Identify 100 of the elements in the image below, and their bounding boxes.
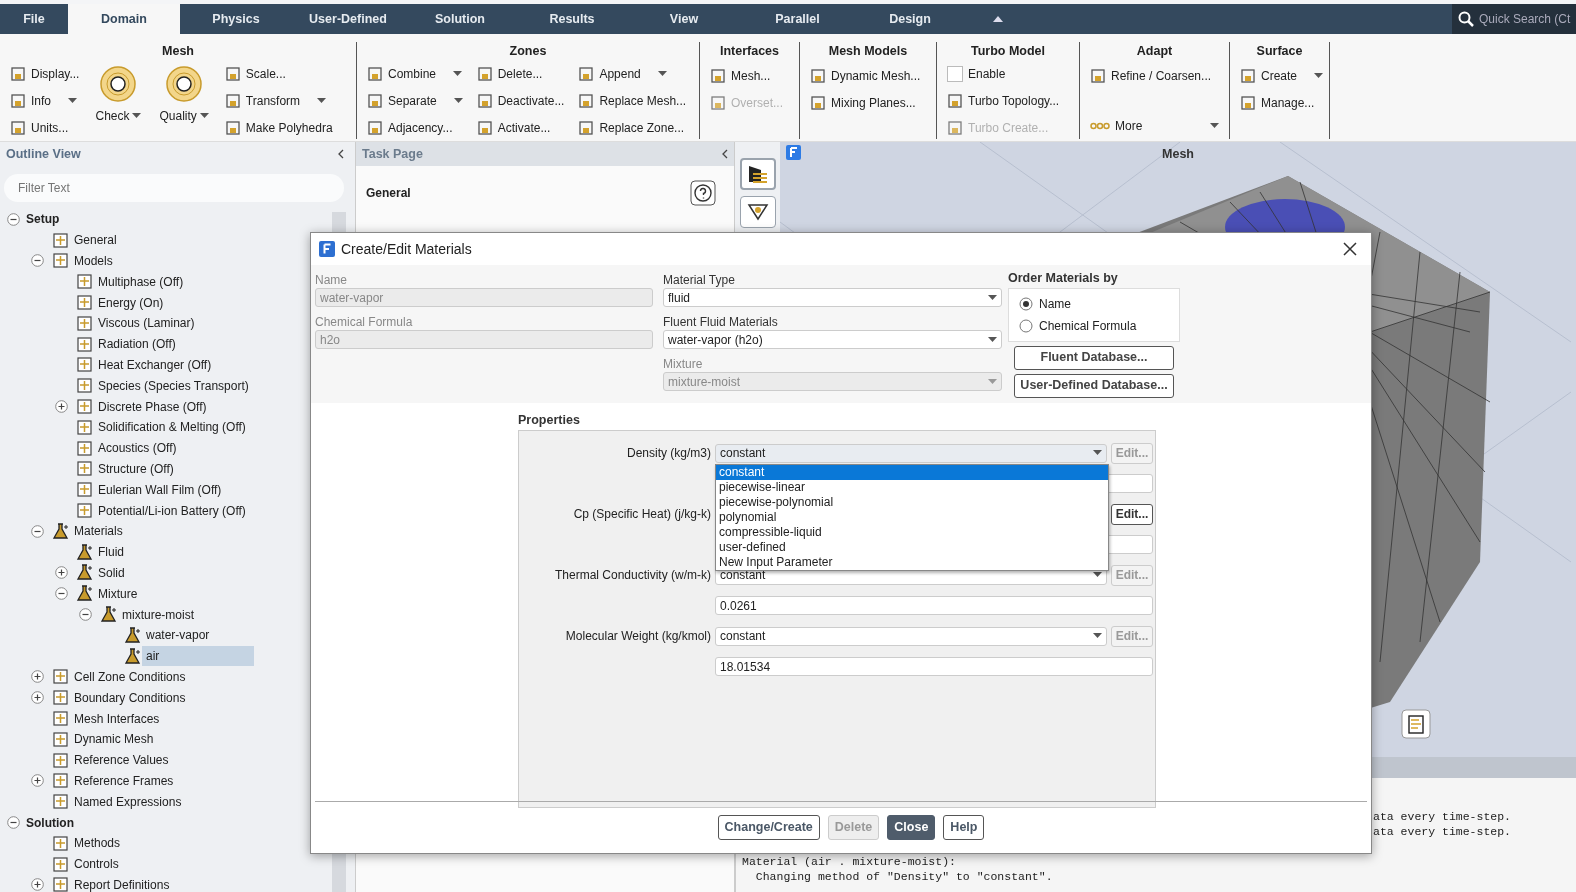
tree-item[interactable]: Viscous (Laminar) [94,313,199,334]
tree-item[interactable]: Species (Species Transport) [94,375,253,396]
ribbon-button[interactable]: Check [91,60,146,125]
tree-item[interactable]: Report Definitions [70,874,174,892]
expand-icon[interactable] [30,774,44,788]
dialog-button[interactable]: Change/Create [717,815,820,840]
tree-item[interactable]: Controls [70,854,123,875]
ribbon-button[interactable]: Combine [365,60,465,88]
tree-item[interactable]: water-vapor [142,625,214,646]
value-field[interactable]: 0.0261 [715,596,1153,615]
menu-tab[interactable]: Results [516,4,628,34]
menu-tab[interactable]: Design [855,4,965,34]
menu-tab[interactable]: Domain [68,4,180,34]
ribbon-button[interactable]: Quality [155,60,213,125]
ribbon-button[interactable]: Manage... [1238,89,1326,116]
menu-tab[interactable]: User-Defined [292,4,404,34]
tree-item[interactable]: Structure (Off) [94,458,178,479]
tree-item[interactable]: Named Expressions [70,791,186,812]
method-select[interactable]: constant [715,626,1107,646]
expand-icon[interactable] [54,400,68,414]
menu-tab[interactable]: Physics [180,4,292,34]
collapse-icon[interactable] [30,254,44,268]
ribbon-button[interactable]: Replace Zone... [576,114,689,142]
filter-field[interactable]: Filter Text [4,174,344,202]
collapse-icon[interactable] [337,149,344,159]
ribbon-button[interactable]: Turbo Topology... [945,87,1062,115]
collapse-icon[interactable] [6,816,20,829]
tree-item[interactable]: Acoustics (Off) [94,438,181,459]
dropdown-option[interactable]: piecewise-linear [716,479,1108,495]
expand-icon[interactable] [30,691,44,705]
tree-item[interactable]: mixture-moist [118,604,198,625]
tree-item[interactable]: Radiation (Off) [94,334,180,355]
ribbon-button[interactable]: Replace Mesh... [576,87,689,115]
enable-checkbox[interactable]: Enable [945,60,1062,88]
collapse-icon[interactable] [721,149,728,159]
tree-item[interactable]: Solidification & Melting (Off) [94,417,250,438]
ribbon-button[interactable]: Dynamic Mesh... [808,62,923,89]
ribbon-button[interactable]: Mixing Planes... [808,89,923,116]
expand-icon[interactable] [30,878,44,892]
radio-button[interactable]: Chemical Formula [1019,314,1137,337]
ribbon-button[interactable]: Delete... [474,60,567,88]
report-icon[interactable] [1401,709,1431,739]
ribbon-button[interactable]: Info [8,87,82,115]
ribbon-button[interactable]: Mesh... [708,62,785,89]
expand-icon[interactable] [54,566,68,580]
tree-item[interactable]: Eulerian Wall Film (Off) [94,479,226,500]
collapse-icon[interactable] [78,608,92,622]
tree-item[interactable]: Reference Frames [70,770,178,791]
search-field[interactable]: Quick Search (Ct [1452,4,1576,34]
menu-tab[interactable]: Parallel [740,4,855,34]
tree-item[interactable]: Boundary Conditions [70,687,190,708]
tree-item[interactable]: Multiphase (Off) [94,271,188,292]
tree-item[interactable]: Energy (On) [94,292,168,313]
tree-item[interactable]: Mixture [94,583,142,604]
ribbon-button[interactable]: Make Polyhedra [222,114,335,142]
edit-button[interactable]: Edit... [1111,503,1153,525]
menu-tab[interactable]: View [628,4,740,34]
database-button[interactable]: User-Defined Database... [1014,373,1174,398]
tree-item[interactable]: Solid [94,562,129,583]
help-icon[interactable] [690,180,716,206]
collapse-icon[interactable] [54,587,68,601]
materials-select[interactable]: water-vapor (h2o) [663,330,1002,349]
ribbon-button[interactable]: Units... [8,114,82,142]
ribbon-button[interactable]: Adjacency... [365,114,465,142]
material-type-select[interactable]: fluid [663,288,1002,307]
dialog-button[interactable]: Help [943,815,985,840]
dropdown-option[interactable]: piecewise-polynomial [716,494,1108,510]
tree-item[interactable]: Solution [22,812,78,833]
ribbon-button[interactable]: Create [1238,62,1326,89]
tree-item[interactable]: Discrete Phase (Off) [94,396,211,417]
display-icon[interactable] [739,158,776,190]
ribbon-button[interactable]: Display... [8,60,82,88]
close-icon[interactable] [1343,242,1357,256]
expand-icon[interactable] [30,670,44,684]
more-button[interactable]: More [1088,112,1221,139]
ribbon-button[interactable]: Scale... [222,60,335,88]
collapse-icon[interactable] [30,524,44,538]
filter-icon[interactable] [739,196,776,228]
tree-item[interactable]: Potential/Li-ion Battery (Off) [94,500,250,521]
tree-item[interactable]: Dynamic Mesh [70,729,158,750]
collapse-icon[interactable] [6,212,20,226]
method-select[interactable]: constant [715,443,1107,463]
tree-item[interactable]: Heat Exchanger (Off) [94,354,216,375]
ribbon-button[interactable]: Deactivate... [474,87,567,115]
dropdown-option[interactable]: polynomial [716,509,1108,525]
tree-item[interactable]: Cell Zone Conditions [70,666,190,687]
ribbon-button[interactable]: Separate [365,87,465,115]
database-button[interactable]: Fluent Database... [1014,345,1174,370]
tree-item[interactable]: Fluid [94,542,128,563]
tree-item[interactable]: Materials [70,521,127,542]
value-field[interactable]: 18.01534 [715,657,1153,676]
tree-item[interactable]: Models [70,251,117,271]
tree-item[interactable]: air [142,646,254,667]
tree-item[interactable]: General [70,230,121,251]
ribbon-button[interactable]: Append [576,60,689,88]
search-field[interactable]: Quick Search (Ct [1477,9,1576,29]
dropdown-option[interactable]: compressible-liquid [716,524,1108,540]
menu-tab[interactable]: File [0,4,68,34]
collapse-icon[interactable] [993,15,1003,23]
tree-item[interactable]: Mesh Interfaces [70,708,164,729]
